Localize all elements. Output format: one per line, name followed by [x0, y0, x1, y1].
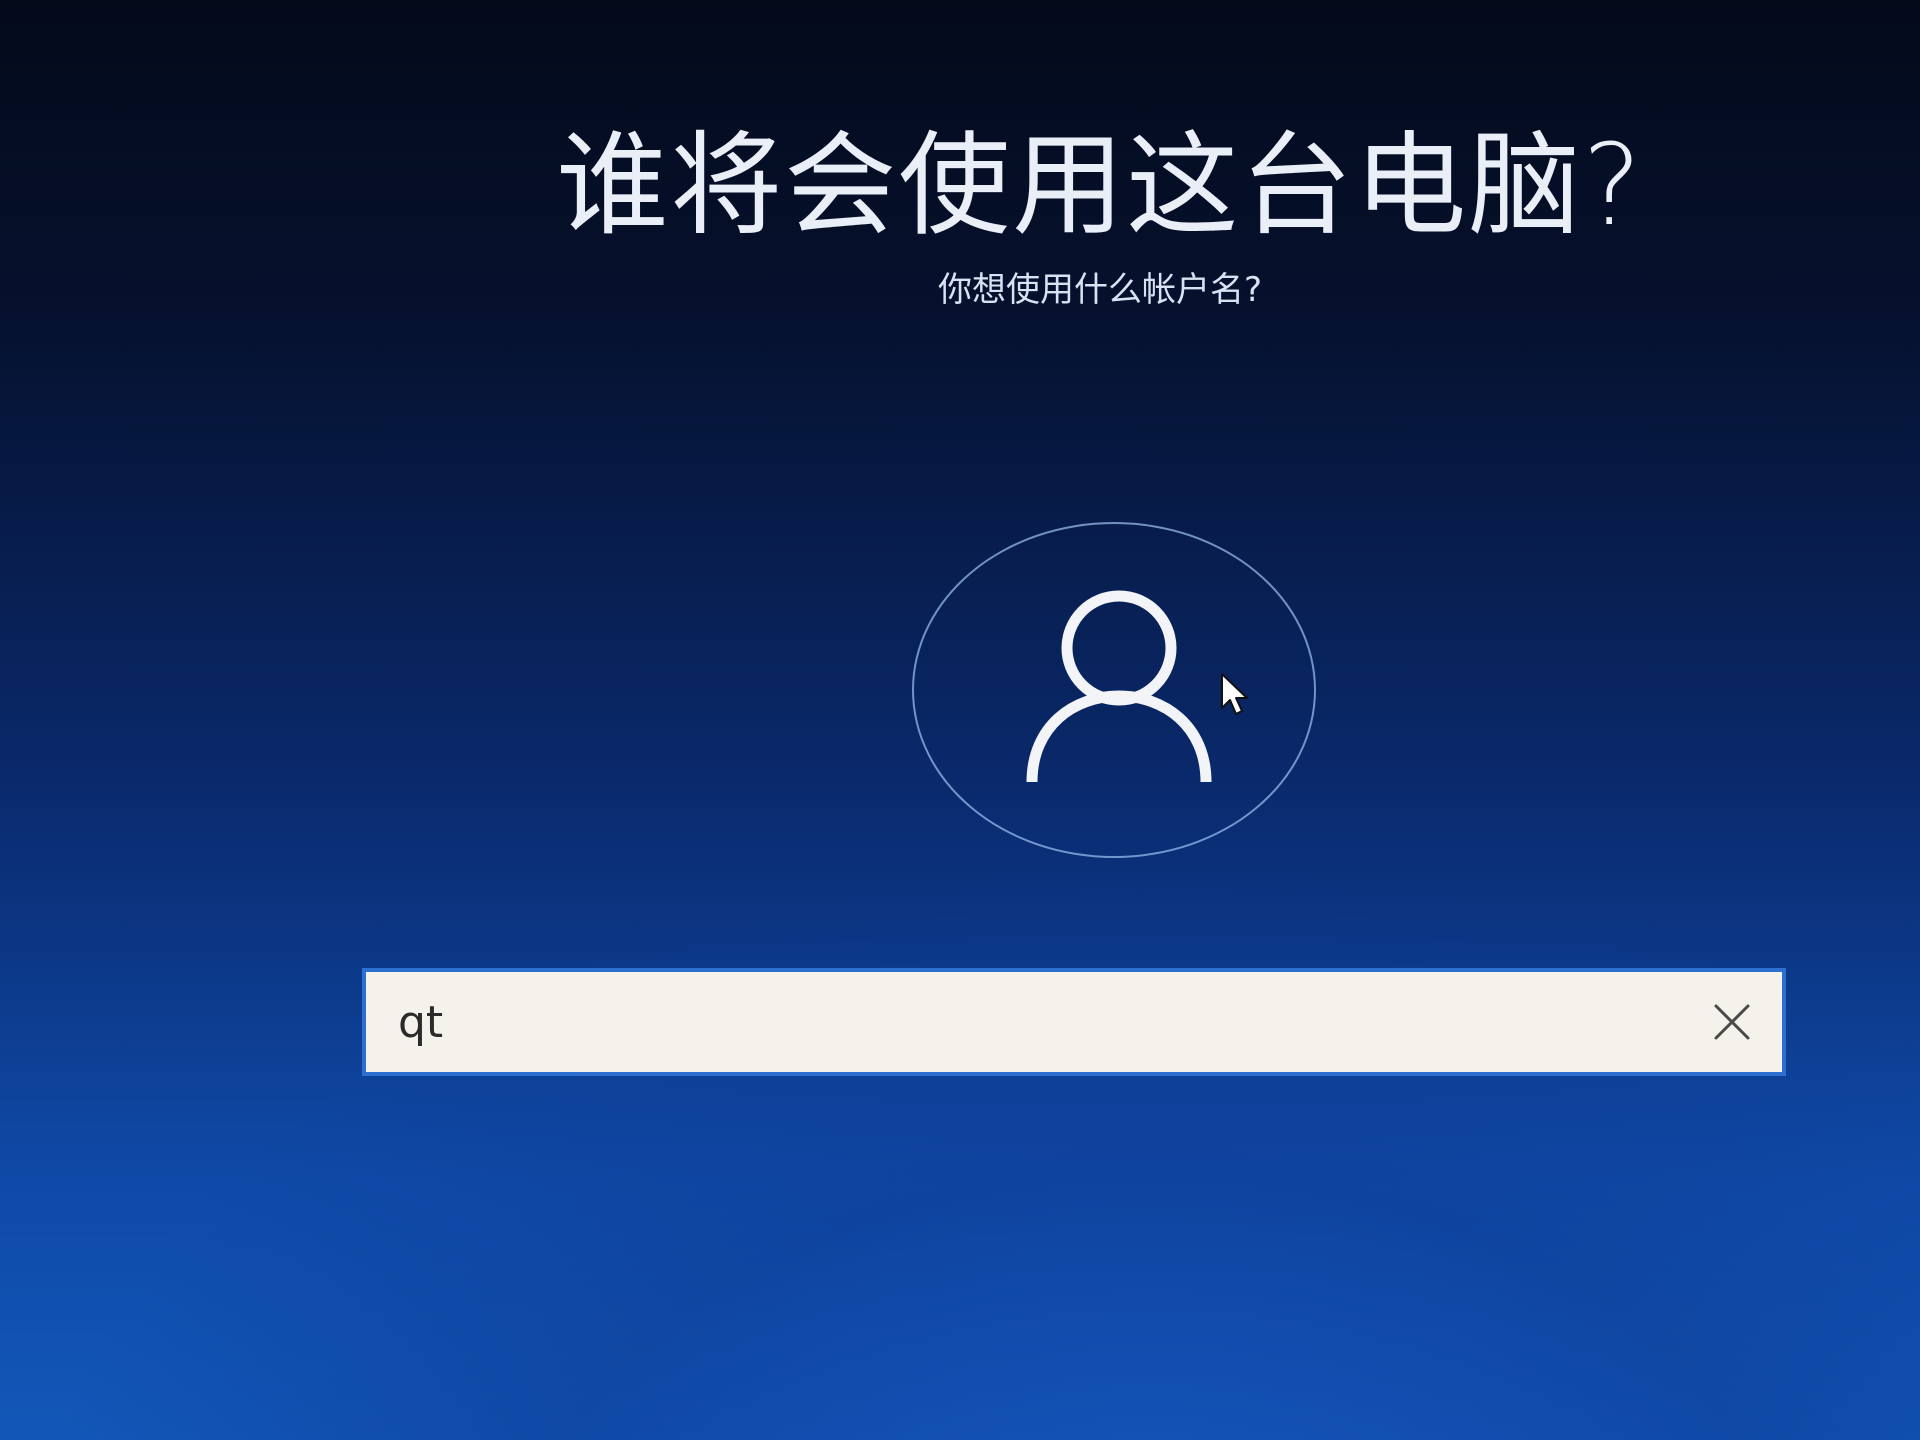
close-icon [1714, 1004, 1750, 1040]
avatar [912, 522, 1316, 858]
clear-button[interactable] [1704, 994, 1760, 1050]
username-input[interactable] [398, 982, 1658, 1062]
page-title: 谁将会使用这台电脑? [556, 121, 1644, 251]
user-icon [1026, 590, 1212, 783]
account-setup-screen: 谁将会使用这台电脑? 你想使用什么帐户名? [0, 0, 1920, 1440]
page-subtitle: 你想使用什么帐户名? [937, 270, 1263, 310]
mouse-cursor-icon [1221, 673, 1248, 715]
username-field[interactable] [362, 968, 1786, 1076]
